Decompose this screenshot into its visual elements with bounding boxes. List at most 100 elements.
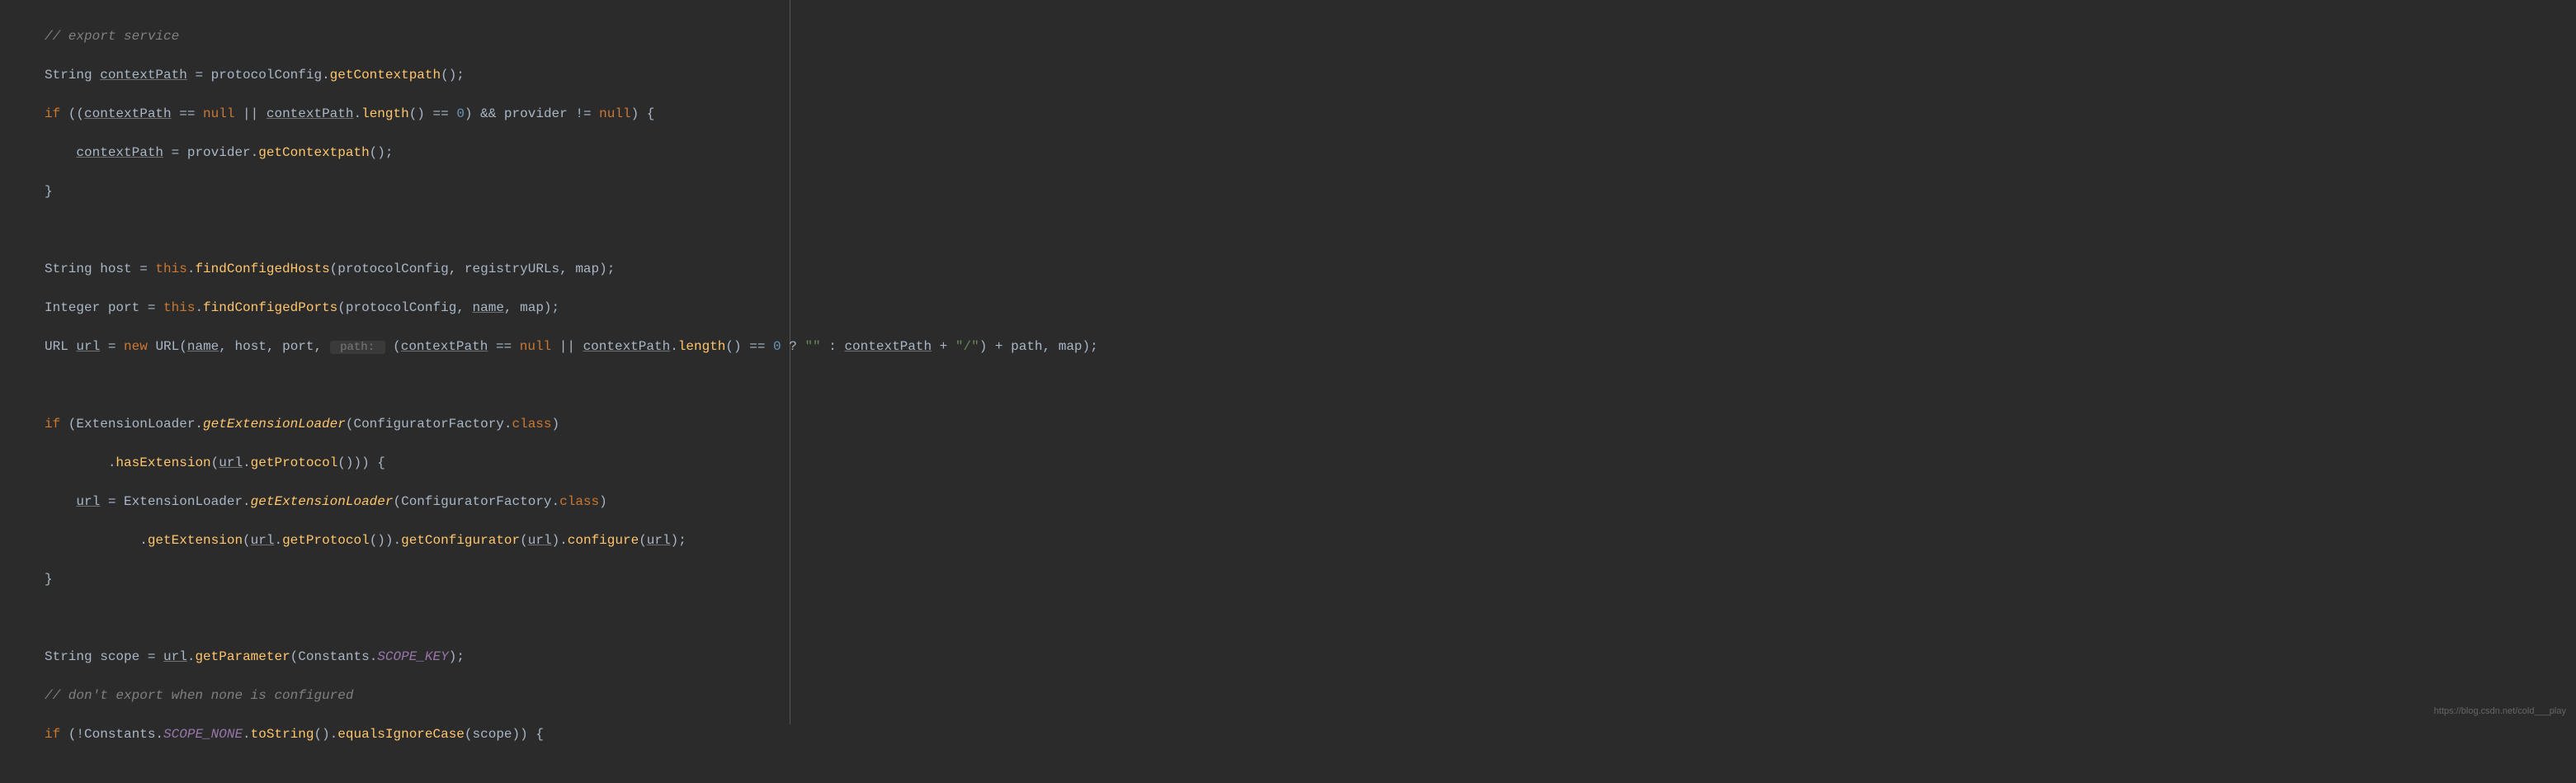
- operator: ?: [781, 339, 805, 354]
- code-text: .: [187, 649, 196, 664]
- code-text: .: [45, 533, 148, 548]
- type-keyword: String: [45, 262, 92, 276]
- code-text: .: [187, 262, 196, 276]
- classname: URL: [155, 339, 179, 354]
- code-text: , host, port,: [219, 339, 329, 354]
- operator: ||: [551, 339, 583, 354]
- code-text: = ExtensionLoader.: [100, 494, 250, 509]
- keyword: if: [45, 727, 60, 742]
- keyword: new: [124, 339, 148, 354]
- operator: ==: [488, 339, 519, 354]
- watermark: https://blog.csdn.net/cold___play: [2434, 705, 2566, 719]
- variable: url: [76, 494, 100, 509]
- method-call: configure: [568, 533, 639, 548]
- code-line[interactable]: // don't export when none is configured: [45, 686, 790, 705]
- code-line[interactable]: .getExtension(url.getProtocol()).getConf…: [45, 531, 790, 550]
- code-text: , map);: [504, 300, 559, 315]
- brace: }: [45, 572, 53, 587]
- code-text: [148, 339, 156, 354]
- variable: name: [187, 339, 219, 354]
- code-text: ) && provider !=: [465, 106, 599, 121]
- code-text: ): [552, 417, 560, 432]
- static-field: SCOPE_NONE: [163, 727, 243, 742]
- keyword: this: [163, 300, 195, 315]
- code-text: = protocolConfig.: [187, 68, 330, 83]
- code-text: ) + path, map);: [979, 339, 1098, 354]
- code-editor[interactable]: // export service String contextPath = p…: [0, 0, 790, 724]
- code-text: (: [520, 533, 528, 548]
- string: "/": [955, 339, 979, 354]
- method-call: findConfigedHosts: [195, 262, 329, 276]
- keyword: null: [520, 339, 551, 354]
- variable: contextPath: [84, 106, 172, 121]
- variable: contextPath: [100, 68, 187, 83]
- code-line[interactable]: }: [45, 182, 790, 200]
- keyword: null: [599, 106, 630, 121]
- code-text: ().: [314, 727, 337, 742]
- code-line[interactable]: url = ExtensionLoader.getExtensionLoader…: [45, 492, 790, 511]
- code-text: (: [211, 455, 219, 470]
- number: 0: [773, 339, 781, 354]
- code-line[interactable]: if (!Constants.SCOPE_NONE.toString().equ…: [45, 724, 790, 743]
- code-text: (Constants.: [290, 649, 378, 664]
- method-call: findConfigedPorts: [203, 300, 337, 315]
- keyword: class: [559, 494, 599, 509]
- method-call: getParameter: [195, 649, 290, 664]
- method-call: length: [361, 106, 409, 121]
- code-text: (: [639, 533, 647, 548]
- keyword: if: [45, 417, 60, 432]
- method-call: getContextpath: [330, 68, 441, 83]
- code-line[interactable]: if ((contextPath == null || contextPath.…: [45, 104, 790, 123]
- code-text: .: [45, 455, 116, 470]
- method-call: hasExtension: [116, 455, 210, 470]
- code-text: (!Constants.: [60, 727, 163, 742]
- code-line[interactable]: String scope = url.getParameter(Constant…: [45, 647, 790, 666]
- code-text: ((: [60, 106, 84, 121]
- variable: contextPath: [583, 339, 671, 354]
- code-line[interactable]: [45, 375, 790, 394]
- method-call: getConfigurator: [401, 533, 520, 548]
- brace: }: [45, 184, 53, 199]
- code-text: ).: [552, 533, 568, 548]
- code-line[interactable]: }: [45, 569, 790, 588]
- code-line[interactable]: URL url = new URL(name, host, port, path…: [45, 337, 790, 356]
- code-text: ();: [370, 145, 394, 160]
- type-keyword: URL: [45, 339, 76, 354]
- code-text: );: [449, 649, 465, 664]
- editor-container: // export service String contextPath = p…: [0, 0, 2576, 724]
- code-text: = provider.: [163, 145, 258, 160]
- code-text: .: [243, 727, 251, 742]
- operator: :: [821, 339, 845, 354]
- code-line[interactable]: [45, 608, 790, 627]
- method-call: getProtocol: [282, 533, 370, 548]
- code-text: (protocolConfig,: [337, 300, 472, 315]
- code-text: (: [243, 533, 251, 548]
- code-line[interactable]: // export service: [45, 26, 790, 45]
- code-text: (: [385, 339, 401, 354]
- method-call: length: [678, 339, 726, 354]
- code-text: ): [599, 494, 607, 509]
- code-line[interactable]: Integer port = this.findConfigedPorts(pr…: [45, 298, 790, 317]
- param-hint: path:: [330, 341, 385, 354]
- code-text: (ConfiguratorFactory.: [346, 417, 512, 432]
- number: 0: [456, 106, 465, 121]
- code-line[interactable]: if (ExtensionLoader.getExtensionLoader(C…: [45, 414, 790, 433]
- comment: // export service: [45, 29, 179, 44]
- code-line[interactable]: String host = this.findConfigedHosts(pro…: [45, 259, 790, 278]
- string: "": [804, 339, 820, 354]
- code-line[interactable]: [45, 220, 790, 239]
- code-text: (protocolConfig, registryURLs, map);: [330, 262, 616, 276]
- code-text: .: [353, 106, 361, 121]
- code-text: .: [195, 300, 203, 315]
- code-text: (ConfiguratorFactory.: [393, 494, 559, 509]
- method-call: getProtocol: [251, 455, 338, 470]
- code-line[interactable]: String contextPath = protocolConfig.getC…: [45, 65, 790, 84]
- type-keyword: String: [45, 649, 92, 664]
- code-line[interactable]: contextPath = provider.getContextpath();: [45, 143, 790, 162]
- code-line[interactable]: .hasExtension(url.getProtocol())) {: [45, 453, 790, 472]
- right-panel: [790, 0, 2576, 724]
- keyword: this: [155, 262, 186, 276]
- variable: name: [473, 300, 504, 315]
- static-method: getExtensionLoader: [251, 494, 394, 509]
- code-text: .: [274, 533, 282, 548]
